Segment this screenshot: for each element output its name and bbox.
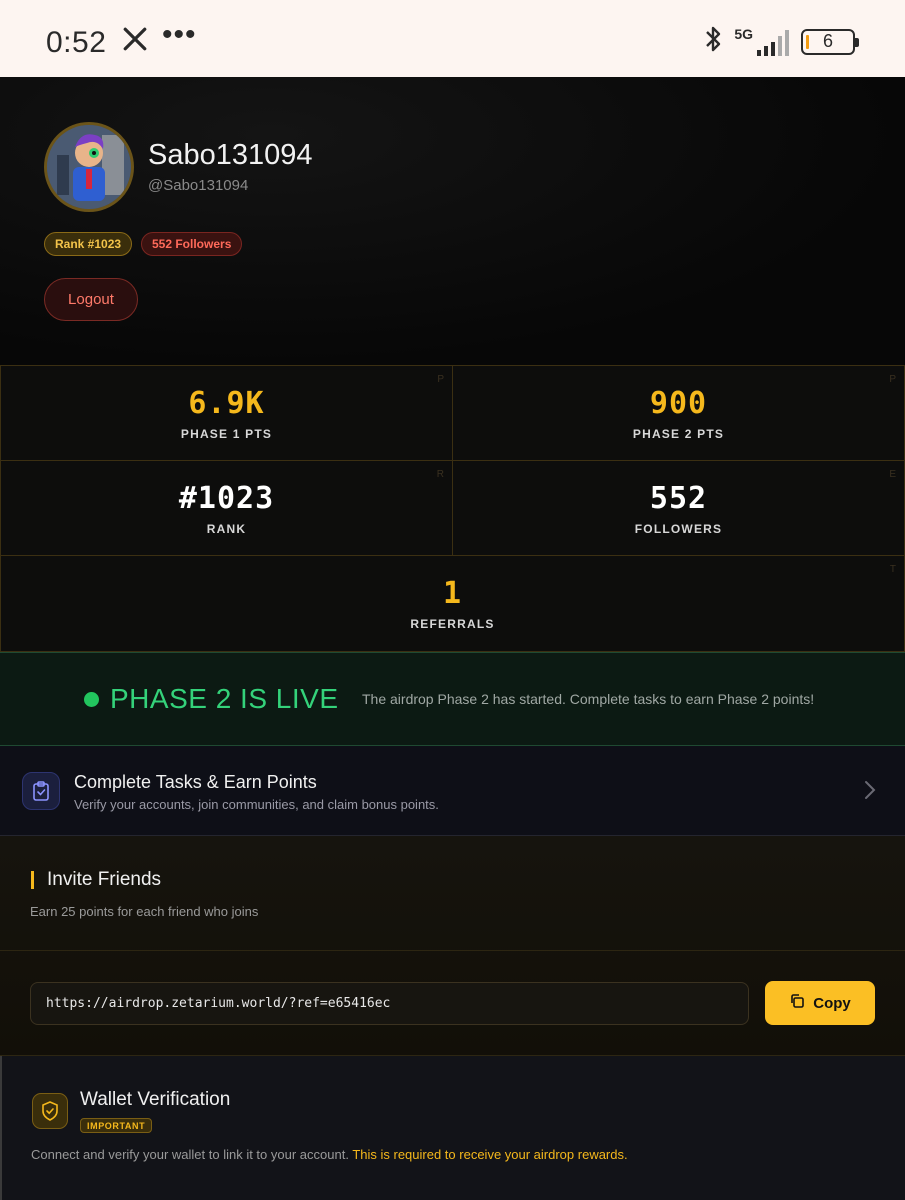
divider: [0, 950, 905, 951]
network-type: 5G: [734, 25, 753, 42]
stat-label: FOLLOWERS: [634, 521, 723, 536]
stat-value: 900: [649, 385, 708, 421]
wallet-title: Wallet Verification: [80, 1089, 231, 1110]
invite-title: Invite Friends: [47, 869, 162, 890]
phase-live-description: The airdrop Phase 2 has started. Complet…: [362, 691, 815, 707]
wallet-desc-highlight: This is required to receive your airdrop…: [352, 1147, 628, 1162]
corner-icon: P: [889, 374, 896, 385]
stat-label: PHASE 2 PTS: [632, 426, 725, 441]
tasks-subtitle: Verify your accounts, join communities, …: [74, 797, 439, 812]
followers-badge: 552 Followers: [141, 232, 243, 256]
stat-label: PHASE 1 PTS: [180, 426, 273, 441]
stat-phase2-points: P 900 PHASE 2 PTS: [452, 365, 905, 461]
bluetooth-icon: [704, 24, 722, 59]
stat-referrals: T 1 REFERRALS: [0, 555, 905, 652]
tasks-title: Complete Tasks & Earn Points: [74, 772, 317, 792]
stat-label: REFERRALS: [410, 617, 495, 631]
important-badge: IMPORTANT: [80, 1118, 153, 1133]
x-app-icon: [122, 26, 148, 57]
profile-header: Sabo131094 @Sabo131094 Rank #1023 552 Fo…: [0, 77, 905, 365]
stat-rank: R #1023 RANK: [0, 460, 453, 556]
status-bar: 0:52 ••• 5G 6: [0, 0, 905, 77]
corner-icon: R: [436, 469, 444, 480]
corner-icon: T: [889, 564, 896, 575]
wallet-desc-text: Connect and verify your wallet to link i…: [31, 1147, 349, 1162]
stat-value: 552: [649, 480, 708, 516]
stat-phase1-points: P 6.9K PHASE 1 PTS: [0, 365, 453, 461]
wallet-description: Connect and verify your wallet to link i…: [31, 1147, 628, 1162]
more-notifications-icon: •••: [162, 18, 197, 51]
stat-value: #1023: [178, 480, 275, 516]
display-name: Sabo131094: [148, 139, 313, 171]
live-indicator-icon: [84, 692, 99, 707]
referral-link-field[interactable]: https://airdrop.zetarium.world/?ref=e654…: [30, 982, 749, 1025]
invite-subtitle: Earn 25 points for each friend who joins: [30, 904, 259, 919]
shield-check-icon: [32, 1093, 68, 1129]
section-accent-bar: [31, 871, 34, 889]
phase-live-title: PHASE 2 IS LIVE: [110, 683, 339, 714]
copy-button[interactable]: Copy: [765, 981, 875, 1025]
battery-icon: 6: [801, 28, 859, 55]
corner-icon: P: [437, 374, 444, 385]
copy-icon: [789, 993, 805, 1013]
user-handle: @Sabo131094: [148, 177, 249, 194]
avatar: [44, 122, 134, 212]
corner-icon: E: [889, 469, 896, 480]
rank-badge: Rank #1023: [44, 232, 133, 256]
stat-label: RANK: [206, 521, 247, 536]
clipboard-check-icon: [22, 772, 60, 810]
chevron-right-icon[interactable]: [864, 780, 876, 805]
status-time: 0:52: [46, 26, 107, 59]
logout-button[interactable]: Logout: [44, 278, 138, 321]
stat-followers: E 552 FOLLOWERS: [452, 460, 905, 556]
stat-value: 1: [442, 576, 463, 611]
battery-level: 6: [822, 31, 833, 51]
signal-icon: [757, 28, 789, 56]
stat-value: 6.9K: [188, 385, 265, 421]
copy-label: Copy: [813, 994, 851, 1012]
